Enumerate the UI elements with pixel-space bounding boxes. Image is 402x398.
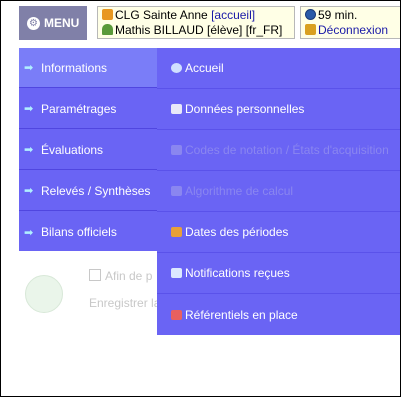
background-fragment-2: Enregistrer la	[89, 296, 161, 310]
session-time: 59 min.	[318, 8, 358, 22]
menu-item-informations[interactable]: ➡ Informations	[19, 48, 157, 88]
sub-menu: Accueil Données personnelles Codes de no…	[157, 48, 400, 335]
submenu-item-notifications[interactable]: Notifications reçues	[157, 253, 400, 294]
arrow-right-icon: ➡	[24, 62, 34, 74]
calculator-icon	[171, 186, 182, 196]
submenu-item-referentiels[interactable]: Référentiels en place	[157, 294, 400, 335]
submenu-item-dates-periodes[interactable]: Dates des périodes	[157, 212, 400, 253]
grading-icon	[171, 145, 182, 155]
page-frame: ⚙ MENU CLG Sainte Anne [accueil] Mathis …	[0, 0, 401, 397]
arrow-right-icon: ➡	[24, 144, 34, 156]
top-bar: ⚙ MENU CLG Sainte Anne [accueil] Mathis …	[1, 1, 400, 41]
user-name: Mathis BILLAUD [élève] [fr_FR]	[115, 23, 283, 37]
submenu-item-accueil[interactable]: Accueil	[157, 48, 400, 89]
menu-item-evaluations[interactable]: ➡ Évaluations	[19, 130, 157, 170]
house-icon	[102, 9, 113, 20]
clock-icon	[305, 9, 316, 20]
menu-item-releves-syntheses[interactable]: ➡ Relevés / Synthèses	[19, 171, 157, 211]
flower-icon	[171, 309, 182, 320]
menu-item-bilans-officiels[interactable]: ➡ Bilans officiels	[19, 212, 157, 252]
user-icon	[102, 24, 113, 35]
arrow-right-icon: ➡	[24, 103, 34, 115]
mail-icon	[171, 268, 182, 278]
submenu-item-algorithme: Algorithme de calcul	[157, 171, 400, 212]
globe-icon	[25, 275, 63, 313]
submenu-item-donnees-personnelles[interactable]: Données personnelles	[157, 89, 400, 130]
calendar-icon	[171, 227, 182, 237]
menu-label: MENU	[44, 16, 80, 30]
lock-icon	[305, 24, 316, 35]
arrow-right-icon: ➡	[24, 226, 34, 239]
info-icon	[171, 63, 182, 73]
id-card-icon	[171, 104, 182, 114]
checkbox-icon	[89, 269, 101, 281]
menu-item-parametrages[interactable]: ➡ Paramétrages	[19, 89, 157, 129]
menu-button[interactable]: ⚙ MENU	[19, 6, 87, 40]
establishment-name: CLG Sainte Anne	[115, 8, 208, 22]
user-info-box: CLG Sainte Anne [accueil] Mathis BILLAUD…	[97, 6, 295, 39]
main-menu: ➡ Informations ➡ Paramétrages ➡ Évaluati…	[19, 48, 157, 251]
background-fragment-1: Afin de p	[89, 269, 152, 283]
gear-icon: ⚙	[27, 16, 40, 30]
logout-link[interactable]: Déconnexion	[318, 23, 388, 37]
home-link[interactable]: [accueil]	[211, 8, 255, 22]
submenu-item-codes-notation: Codes de notation / États d'acquisition	[157, 130, 400, 171]
arrow-right-icon: ➡	[24, 185, 34, 197]
session-box: 59 min. Déconnexion	[300, 6, 400, 39]
